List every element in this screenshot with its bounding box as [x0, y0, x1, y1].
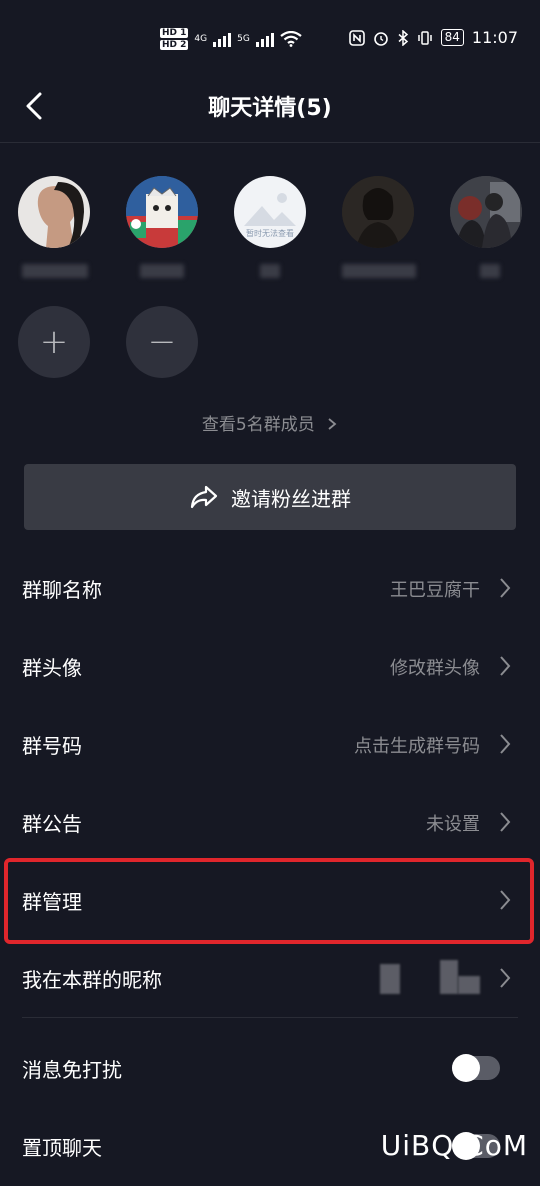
group-number-row[interactable]: 群号码 点击生成群号码 [0, 706, 540, 784]
group-name-label: 群聊名称 [22, 578, 102, 602]
status-bar: HD 1 HD 2 4G 5G 84 11:07 [0, 0, 540, 80]
hd1-badge: HD 1 [160, 28, 189, 38]
member-name-blurred [22, 264, 88, 278]
network-4g-label: 4G [194, 34, 208, 44]
announcement-value: 未设置 [426, 814, 480, 835]
chevron-right-icon [328, 418, 337, 430]
member-name-blurred [342, 264, 416, 278]
group-name-value: 王巴豆腐干 [390, 580, 480, 601]
signal-indicators: HD 1 HD 2 4G 5G [160, 24, 302, 54]
clock: 11:07 [471, 28, 518, 47]
nickname-blurred [440, 960, 458, 994]
group-avatar-value: 修改群头像 [390, 658, 480, 679]
announcement-label: 群公告 [22, 812, 82, 836]
nickname-blurred [458, 976, 480, 994]
page-title: 聊天详情(5) [208, 96, 332, 121]
signal-icon-2 [255, 31, 274, 47]
my-nickname-row[interactable]: 我在本群的昵称 [0, 940, 540, 1018]
invite-fans-button[interactable]: 邀请粉丝进群 [24, 464, 516, 530]
chevron-right-icon [500, 656, 511, 676]
my-nickname-label: 我在本群的昵称 [22, 968, 162, 992]
pin-chat-label: 置顶聊天 [22, 1136, 102, 1160]
avatar-placeholder-text: 暂时无法查看 [246, 229, 294, 238]
wifi-icon [280, 31, 302, 47]
member-item[interactable] [450, 176, 524, 286]
member-item[interactable]: 暂时无法查看 [234, 176, 308, 286]
member-item[interactable] [126, 176, 200, 286]
battery-icon: 84 [440, 29, 464, 46]
member-item[interactable] [18, 176, 92, 286]
add-member-button[interactable]: + [18, 306, 90, 378]
remove-member-button[interactable]: − [126, 306, 198, 378]
avatar-dark-portrait-icon [342, 176, 414, 248]
mute-row: 消息免打扰 [0, 1030, 540, 1108]
chevron-right-icon [500, 968, 511, 988]
chevron-right-icon [500, 734, 511, 754]
top-bar: 聊天详情(5) [0, 80, 540, 138]
member-name-blurred [260, 264, 280, 278]
member-name-blurred [480, 264, 500, 278]
mute-toggle[interactable] [452, 1054, 500, 1082]
alarm-icon [373, 31, 388, 46]
member-list: 暂时无法查看 [0, 176, 540, 286]
group-avatar-row[interactable]: 群头像 修改群头像 [0, 628, 540, 706]
nickname-blurred [380, 964, 400, 994]
group-number-label: 群号码 [22, 734, 82, 758]
signal-icon [213, 31, 232, 47]
group-number-value: 点击生成群号码 [354, 736, 480, 757]
avatar-cartoon-icon [126, 176, 198, 248]
nfc-icon [348, 29, 365, 46]
group-avatar-label: 群头像 [22, 656, 82, 680]
chevron-right-icon [500, 578, 511, 598]
hd2-badge: HD 2 [160, 40, 189, 50]
header-divider [0, 142, 540, 143]
mute-label: 消息免打扰 [22, 1058, 122, 1082]
vibrate-icon [417, 30, 432, 45]
highlight-box [4, 858, 534, 944]
watermark: UiBQ.CoM [380, 1129, 528, 1162]
member-item[interactable] [342, 176, 416, 286]
avatar-placeholder-icon: 暂时无法查看 [234, 176, 306, 248]
avatar-woman-profile-icon [18, 176, 90, 248]
announcement-row[interactable]: 群公告 未设置 [0, 784, 540, 862]
group-name-row[interactable]: 群聊名称 王巴豆腐干 [0, 550, 540, 628]
bluetooth-icon [398, 29, 408, 46]
view-members-label: 查看5名群成员 [201, 415, 315, 435]
share-arrow-icon [190, 485, 218, 509]
network-5g-label: 5G [237, 34, 250, 44]
section-divider [22, 1017, 518, 1018]
chevron-right-icon [500, 812, 511, 832]
member-name-blurred [140, 264, 184, 278]
status-icons: 84 11:07 [348, 28, 518, 47]
invite-fans-label: 邀请粉丝进群 [231, 486, 351, 511]
avatar-group-photo-icon [450, 176, 522, 248]
toggle-knob [452, 1054, 480, 1082]
view-members-link[interactable]: 查看5名群成员 [0, 410, 540, 435]
